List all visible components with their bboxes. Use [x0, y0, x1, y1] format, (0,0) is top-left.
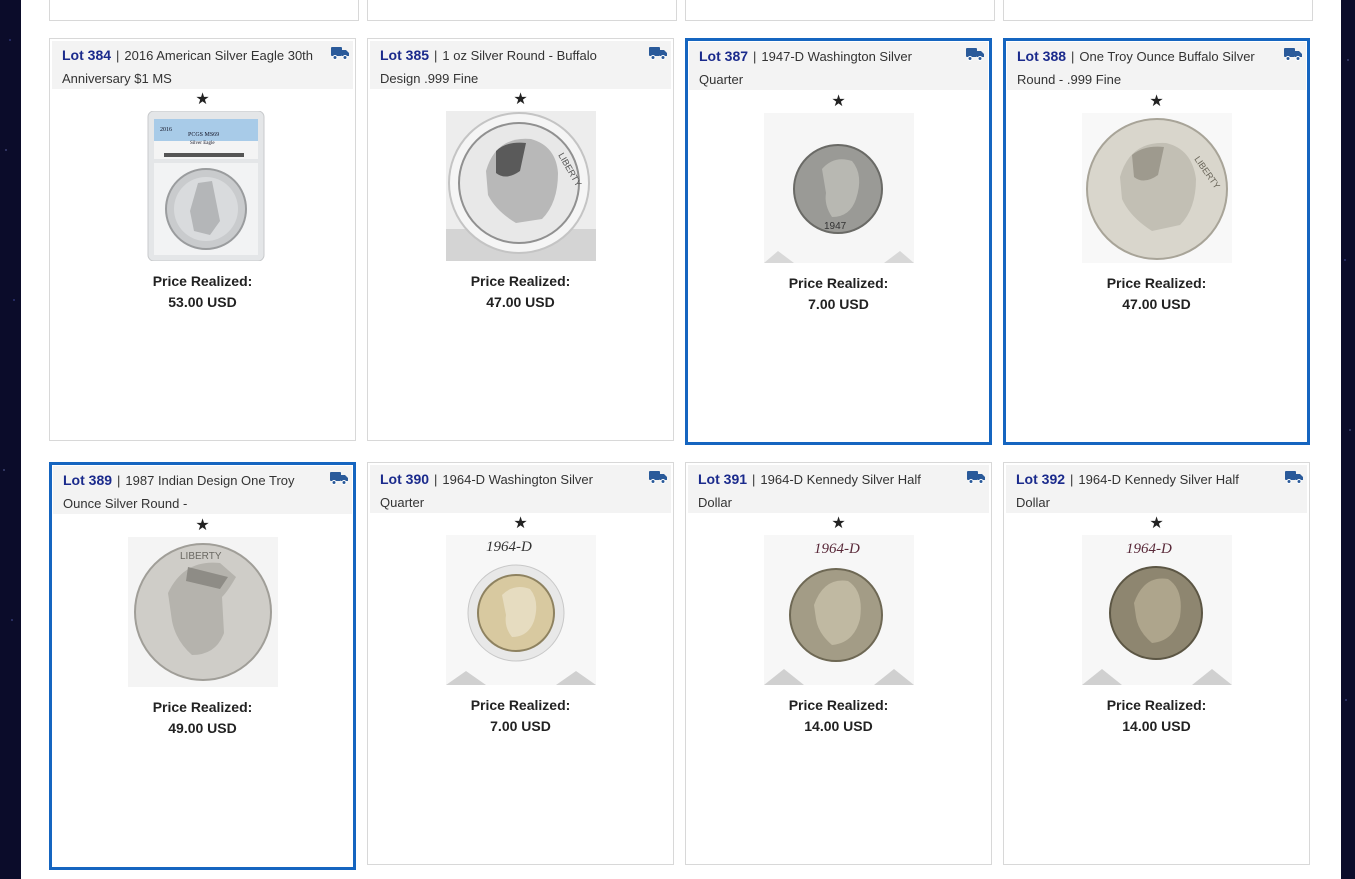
- lot-number-link[interactable]: Lot 392: [1016, 471, 1065, 487]
- lot-number-link[interactable]: Lot 391: [698, 471, 747, 487]
- previous-row-card: [49, 0, 359, 21]
- lot-card-header: Lot 389 | 1987 Indian Design One Troy Ounc…: [53, 466, 352, 514]
- previous-row-card: [367, 0, 677, 21]
- lot-card[interactable]: Lot 384 | 2016 American Silver Eagle 30th …: [49, 38, 356, 441]
- lot-card-header: Lot 384 | 2016 American Silver Eagle 30th …: [52, 41, 353, 89]
- lot-card-selected[interactable]: Lot 388 | One Troy Ounce Buffalo Silver Ro…: [1003, 38, 1310, 445]
- price-realized-label: Price Realized:: [788, 275, 889, 291]
- lot-grid-page: Lot 384 | 2016 American Silver Eagle 30th …: [21, 0, 1341, 879]
- lot-image-buffalo-round[interactable]: LIBERTY: [1081, 113, 1232, 263]
- shipping-truck-icon: [967, 471, 985, 484]
- shipping-truck-icon: [1284, 48, 1302, 61]
- lot-image-quarter[interactable]: 1947: [763, 113, 914, 263]
- lot-card-header: Lot 391 | 1964-D Kennedy Silver Half Dolla…: [688, 465, 989, 513]
- favorite-star-icon[interactable]: ★: [50, 92, 355, 108]
- lot-card-header: Lot 385 | 1 oz Silver Round - Buffalo Desi…: [370, 41, 671, 89]
- shipping-truck-icon: [966, 48, 984, 61]
- price-realized-value: 53.00 USD: [168, 294, 237, 310]
- lot-image-indian-round[interactable]: LIBERTY: [127, 537, 278, 687]
- lot-card-header: Lot 387 | 1947-D Washington Silver Quarter: [689, 42, 988, 90]
- quarter-year-label: 1947: [824, 221, 847, 232]
- price-realized-label: Price Realized:: [470, 273, 571, 289]
- lot-number-link[interactable]: Lot 389: [63, 472, 112, 488]
- price-realized-value: 7.00 USD: [490, 718, 551, 734]
- lot-card-header: Lot 388 | One Troy Ounce Buffalo Silver Ro…: [1007, 42, 1306, 90]
- lot-image-kennedy-half[interactable]: 1964-D: [763, 535, 914, 685]
- price-realized-value: 47.00 USD: [1122, 296, 1191, 312]
- price-realized-label: Price Realized:: [1106, 697, 1207, 713]
- lot-card-header: Lot 390 | 1964-D Washington Silver Quarter: [370, 465, 671, 513]
- slab-grade-label: PCGS MS69: [188, 132, 219, 138]
- price-realized-label: Price Realized:: [470, 697, 571, 713]
- favorite-star-icon[interactable]: ★: [686, 516, 991, 532]
- slab-desc-label: Silver Eagle: [190, 141, 215, 146]
- shipping-truck-icon: [330, 472, 348, 485]
- shipping-truck-icon: [649, 47, 667, 60]
- lot-number-link[interactable]: Lot 385: [380, 47, 429, 63]
- price-realized-label: Price Realized:: [788, 697, 889, 713]
- favorite-star-icon[interactable]: ★: [688, 94, 989, 110]
- price-realized-value: 14.00 USD: [804, 718, 873, 734]
- lot-image-buffalo-round[interactable]: LIBERTY: [445, 111, 596, 261]
- price-realized-value: 14.00 USD: [1122, 718, 1191, 734]
- lot-card-selected[interactable]: Lot 387 | 1947-D Washington Silver Quarter…: [685, 38, 992, 445]
- lot-image-kennedy-half[interactable]: 1964-D: [1081, 535, 1232, 685]
- slab-year-label: 2016: [160, 127, 172, 133]
- handwritten-year-label: 1964-D: [1126, 541, 1172, 557]
- previous-row-card: [685, 0, 995, 21]
- lot-card[interactable]: Lot 391 | 1964-D Kennedy Silver Half Dolla…: [685, 462, 992, 865]
- price-realized-label: Price Realized:: [1106, 275, 1207, 291]
- favorite-star-icon[interactable]: ★: [1006, 94, 1307, 110]
- lot-image-slab[interactable]: 2016 PCGS MS69 Silver Eagle: [128, 111, 278, 261]
- lot-card-header: Lot 392 | 1964-D Kennedy Silver Half Dolla…: [1006, 465, 1307, 513]
- lot-number-link[interactable]: Lot 384: [62, 47, 111, 63]
- lot-card[interactable]: Lot 390 | 1964-D Washington Silver Quarter…: [367, 462, 674, 865]
- favorite-star-icon[interactable]: ★: [368, 92, 673, 108]
- lot-image-quarter-1964[interactable]: 1964-D: [445, 535, 596, 685]
- favorite-star-icon[interactable]: ★: [1004, 516, 1309, 532]
- price-realized-label: Price Realized:: [152, 699, 253, 715]
- previous-row-card: [1003, 0, 1313, 21]
- lot-card[interactable]: Lot 385 | 1 oz Silver Round - Buffalo Desi…: [367, 38, 674, 441]
- price-realized-value: 49.00 USD: [168, 720, 237, 736]
- handwritten-year-label: 1964-D: [486, 539, 532, 555]
- handwritten-year-label: 1964-D: [814, 541, 860, 557]
- lot-card[interactable]: Lot 392 | 1964-D Kennedy Silver Half Dolla…: [1003, 462, 1310, 865]
- lot-number-link[interactable]: Lot 387: [699, 48, 748, 64]
- price-realized-label: Price Realized:: [152, 273, 253, 289]
- shipping-truck-icon: [1285, 471, 1303, 484]
- favorite-star-icon[interactable]: ★: [368, 516, 673, 532]
- price-realized-value: 7.00 USD: [808, 296, 869, 312]
- shipping-truck-icon: [649, 471, 667, 484]
- lot-card-selected[interactable]: Lot 389 | 1987 Indian Design One Troy Ounc…: [49, 462, 356, 870]
- coin-liberty-label: LIBERTY: [180, 551, 222, 562]
- lot-number-link[interactable]: Lot 388: [1017, 48, 1066, 64]
- price-realized-value: 47.00 USD: [486, 294, 555, 310]
- lot-number-link[interactable]: Lot 390: [380, 471, 429, 487]
- shipping-truck-icon: [331, 47, 349, 60]
- favorite-star-icon[interactable]: ★: [52, 518, 353, 534]
